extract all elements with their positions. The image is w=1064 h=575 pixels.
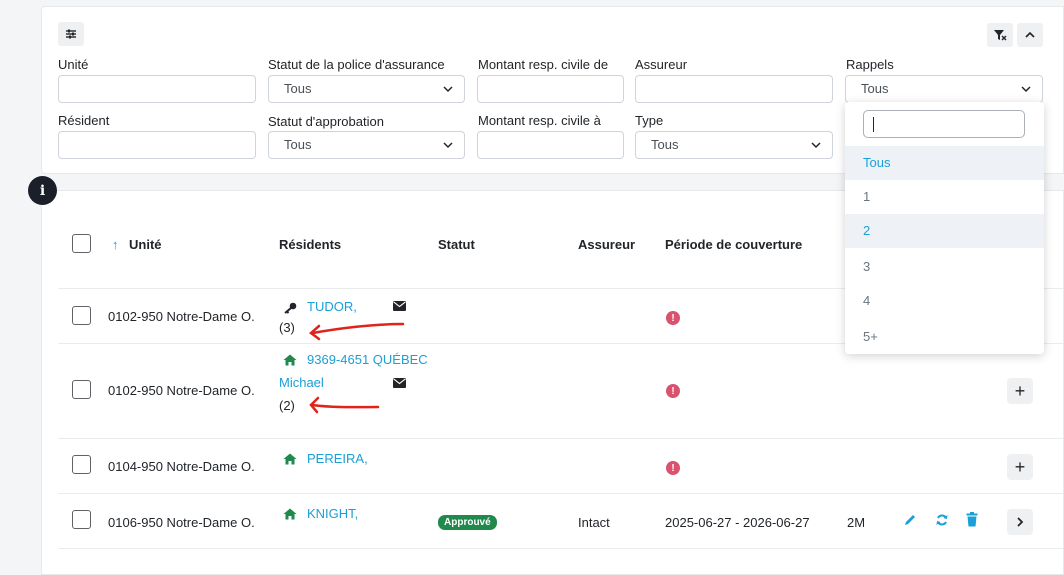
column-header-residents[interactable]: Résidents (279, 237, 341, 252)
type-filter-label: Type (635, 113, 664, 128)
type-select[interactable]: Tous (635, 131, 833, 159)
rappels-option-1[interactable]: 1 (845, 180, 1044, 214)
unite-filter-label: Unité (58, 57, 89, 72)
statut-approbation-value: Tous (284, 137, 312, 152)
error-icon: ! (666, 384, 680, 398)
chevron-up-icon (1025, 31, 1035, 38)
row-divider (58, 548, 1063, 549)
statut-approbation-select[interactable]: Tous (268, 131, 465, 159)
rappels-search-input[interactable] (863, 110, 1025, 138)
row-checkbox[interactable] (72, 455, 91, 474)
column-header-unite[interactable]: Unité (129, 237, 162, 252)
column-header-periode[interactable]: Période de couverture (665, 237, 802, 252)
resident-filter-label: Résident (58, 113, 110, 128)
select-all-checkbox[interactable] (72, 234, 91, 253)
annotation-arrow (309, 322, 405, 341)
rappels-dropdown: Tous 1 2 3 4 5+ (845, 102, 1044, 354)
column-header-assureur[interactable]: Assureur (578, 237, 635, 252)
resident-link[interactable]: Michael (279, 375, 324, 390)
rappels-value: Tous (861, 81, 889, 96)
montant-de-input[interactable] (477, 75, 624, 103)
rappels-filter-label: Rappels (846, 57, 894, 72)
montant-a-input[interactable] (477, 131, 624, 159)
row-assureur: Intact (578, 515, 610, 530)
error-icon: ! (666, 311, 680, 325)
type-value: Tous (651, 137, 679, 152)
info-button[interactable]: i (28, 176, 57, 205)
resident-link[interactable]: TUDOR, (307, 299, 357, 314)
row-checkbox[interactable] (72, 306, 91, 325)
error-icon: ! (666, 461, 680, 475)
home-icon (283, 453, 297, 465)
home-icon (283, 354, 297, 366)
row-divider (58, 493, 1063, 494)
clear-filter-icon (994, 30, 1007, 41)
assureur-filter-input[interactable] (635, 75, 833, 103)
rappels-select[interactable]: Tous (845, 75, 1043, 103)
sort-up-icon: ↑ (112, 237, 119, 252)
resident-count: (2) (279, 398, 295, 413)
edit-icon[interactable] (903, 513, 917, 527)
row-montant: 2M (847, 515, 866, 530)
resident-filter-input[interactable] (58, 131, 256, 159)
clear-filters-button[interactable] (987, 23, 1013, 47)
resident-count: (3) (279, 320, 295, 335)
resident-link[interactable]: 9369-4651 QUÉBEC (307, 352, 428, 367)
filter-settings-button[interactable] (58, 22, 84, 46)
statut-police-filter-label: Statut de la police d'assurance (268, 57, 445, 72)
row-periode: 2025-06-27 - 2026-06-27 (665, 515, 810, 530)
montant-a-filter-label: Montant resp. civile à (478, 113, 601, 128)
resident-link[interactable]: PEREIRA, (307, 451, 368, 466)
statut-police-value: Tous (284, 81, 312, 96)
expand-row-button[interactable] (1007, 509, 1033, 535)
sliders-icon (66, 29, 76, 39)
column-header-statut[interactable]: Statut (438, 237, 475, 252)
statut-approbation-filter-label: Statut d'approbation (268, 114, 384, 129)
row-divider (58, 438, 1063, 439)
rappels-option-5plus[interactable]: 5+ (845, 320, 1044, 354)
collapse-filters-button[interactable] (1017, 23, 1043, 47)
chevron-down-icon (810, 132, 822, 167)
chevron-down-icon (442, 76, 454, 111)
envelope-icon[interactable] (393, 301, 406, 311)
rappels-option-2[interactable]: 2 (845, 214, 1044, 248)
rappels-option-3[interactable]: 3 (845, 250, 1044, 284)
add-policy-button[interactable]: + (1007, 378, 1033, 404)
refresh-icon[interactable] (935, 513, 949, 527)
row-unit: 0102-950 Notre-Dame O. (108, 383, 255, 398)
key-icon (284, 302, 297, 314)
chevron-down-icon (442, 132, 454, 167)
annotation-arrow (309, 396, 380, 414)
row-checkbox[interactable] (72, 380, 91, 399)
info-icon: i (39, 182, 46, 199)
add-policy-button[interactable]: + (1007, 454, 1033, 480)
rappels-option-4[interactable]: 4 (845, 284, 1044, 318)
statut-police-select[interactable]: Tous (268, 75, 465, 103)
envelope-icon[interactable] (393, 378, 406, 388)
text-caret (873, 117, 874, 132)
assureur-filter-label: Assureur (635, 57, 688, 72)
row-unit: 0102-950 Notre-Dame O. (108, 309, 255, 324)
row-unit: 0104-950 Notre-Dame O. (108, 459, 255, 474)
home-icon (283, 508, 297, 520)
resident-link[interactable]: KNIGHT, (307, 506, 358, 521)
chevron-right-icon (1017, 517, 1024, 527)
status-badge: Approuvé (438, 515, 497, 530)
montant-de-filter-label: Montant resp. civile de (478, 57, 609, 72)
rappels-option-tous[interactable]: Tous (845, 146, 1044, 180)
row-checkbox[interactable] (72, 510, 91, 529)
trash-icon[interactable] (966, 512, 978, 527)
unite-filter-input[interactable] (58, 75, 256, 103)
row-unit: 0106-950 Notre-Dame O. (108, 515, 255, 530)
